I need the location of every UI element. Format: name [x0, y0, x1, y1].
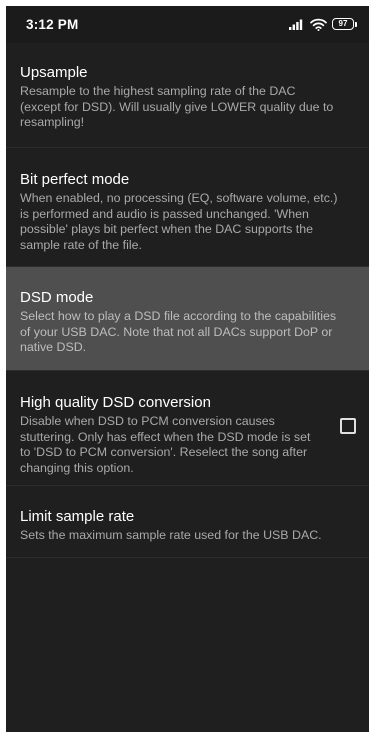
setting-bit-perfect-mode[interactable]: Bit perfect mode When enabled, no proces…: [6, 148, 369, 267]
setting-title: DSD mode: [20, 289, 94, 306]
setting-summary: Disable when DSD to PCM conversion cause…: [20, 414, 311, 475]
setting-limit-sample-rate[interactable]: Limit sample rate Sets the maximum sampl…: [6, 486, 369, 558]
status-time: 3:12 PM: [26, 17, 79, 32]
setting-title: High quality DSD conversion: [20, 394, 211, 411]
setting-high-quality-dsd-conversion[interactable]: High quality DSD conversion Disable when…: [6, 371, 369, 486]
status-icons: 97: [289, 16, 357, 32]
battery-level: 97: [338, 19, 348, 28]
setting-title: Upsample: [20, 64, 88, 81]
wifi-icon: [310, 18, 327, 31]
setting-summary: Select how to play a DSD file according …: [20, 309, 337, 354]
setting-title: Limit sample rate: [20, 508, 135, 525]
status-bar: 3:12 PM 97: [6, 6, 369, 43]
setting-dsd-mode[interactable]: DSD mode Select how to play a DSD file a…: [6, 267, 369, 371]
signal-icon: [289, 19, 303, 30]
setting-title: Bit perfect mode: [20, 171, 130, 188]
battery-icon: 97: [332, 18, 354, 30]
setting-summary: Resample to the highest sampling rate of…: [20, 84, 334, 129]
settings-list: Upsample Resample to the highest samplin…: [6, 43, 369, 558]
app-screen: 3:12 PM 97 Upsample Resample to the high…: [6, 6, 369, 732]
battery-cap: [355, 21, 357, 27]
setting-summary: Sets the maximum sample rate used for th…: [20, 528, 322, 542]
hq-dsd-checkbox[interactable]: [340, 418, 356, 434]
setting-summary: When enabled, no processing (EQ, softwar…: [20, 191, 338, 252]
setting-upsample[interactable]: Upsample Resample to the highest samplin…: [6, 43, 369, 148]
